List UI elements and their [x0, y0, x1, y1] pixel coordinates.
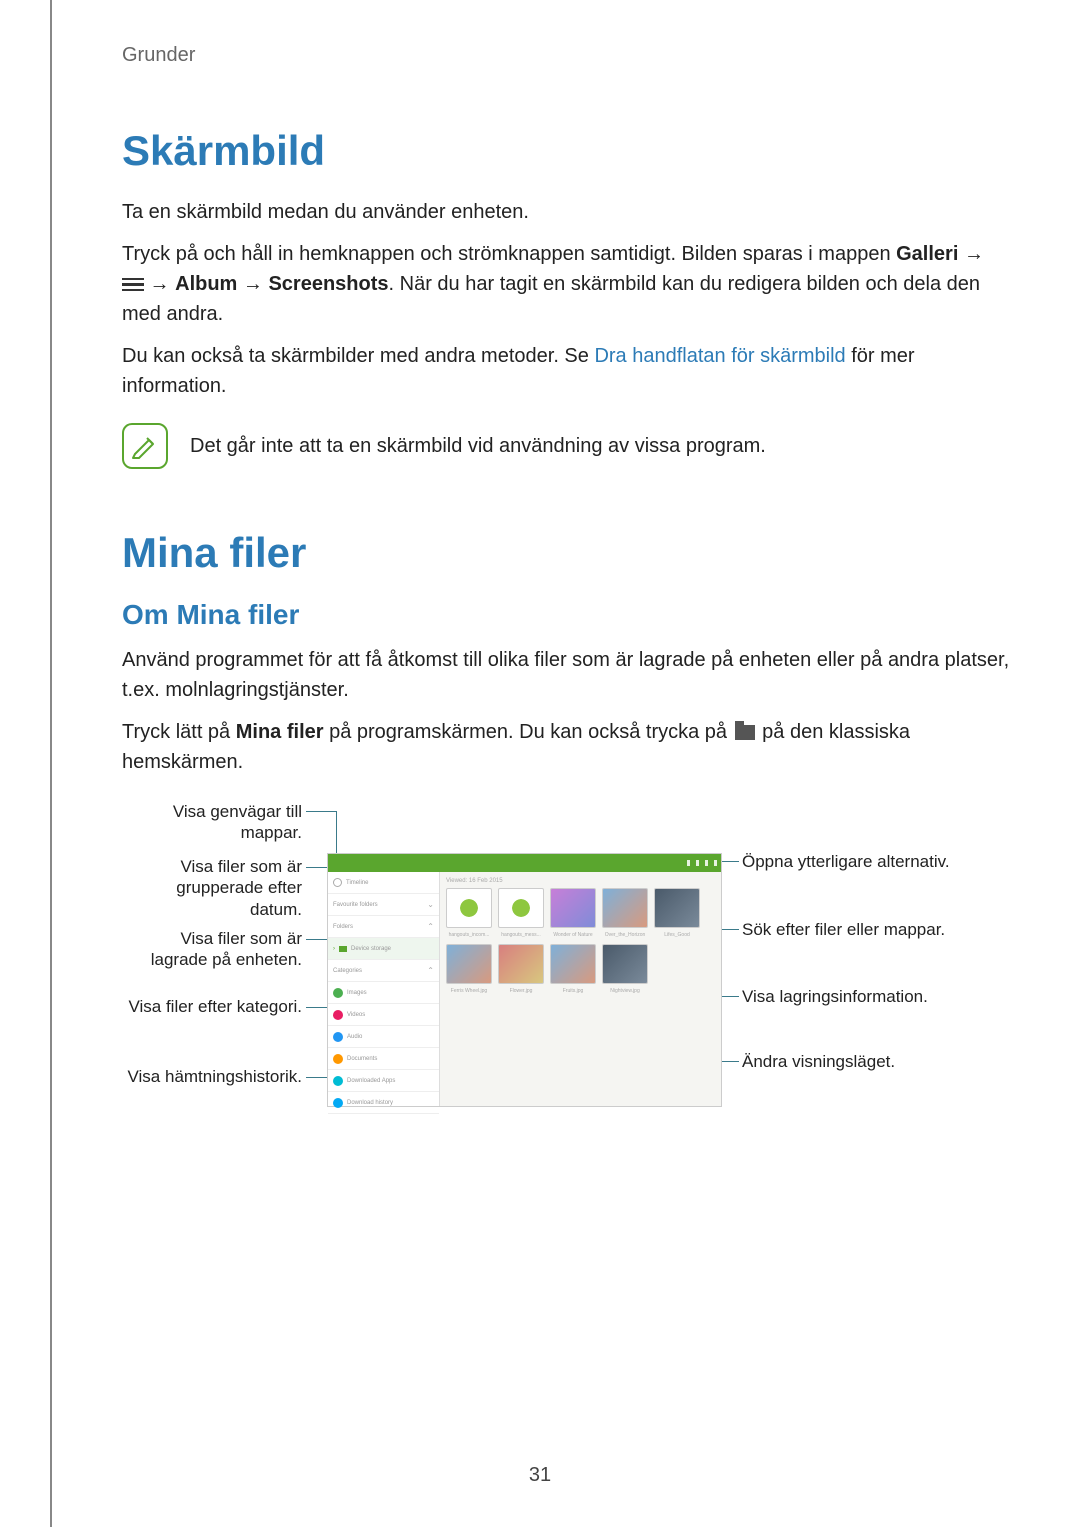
thumbnail [446, 888, 492, 928]
header-more-icon [714, 860, 717, 866]
sidebar-categories: Categories⌃ [328, 960, 439, 982]
callout-right-2: Sök efter filer eller mappar. [742, 919, 952, 940]
sidebar-folders: Folders⌃ [328, 916, 439, 938]
callout-left-2: Visa filer som är grupperade efter datum… [122, 856, 302, 920]
header-view-icon [687, 860, 690, 866]
header-storage-icon [696, 860, 699, 866]
sidebar-cat-videos: Videos [328, 1004, 439, 1026]
page-number: 31 [0, 1464, 1080, 1487]
thumbnail [550, 944, 596, 984]
app-header-bar [328, 854, 721, 872]
section-heading-skarmbild: Skärmbild [122, 127, 1010, 175]
note-block: Det går inte att ta en skärmbild vid anv… [122, 423, 1010, 469]
paragraph: Använd programmet för att få åtkomst til… [122, 645, 1010, 705]
app-screenshot: Timeline Favourite folders⌄ Folders⌃ ›De… [327, 853, 722, 1107]
sidebar-cat-audio: Audio [328, 1026, 439, 1048]
link-dra-handflatan[interactable]: Dra handflatan för skärmbild [594, 345, 845, 367]
section-heading-mina-filer: Mina filer [122, 529, 1010, 577]
thumbnail [654, 888, 700, 928]
breadcrumb: Grunder [122, 44, 1010, 67]
app-content: Viewed: 16 Feb 2015 hangouts_incom... ha… [440, 872, 721, 1106]
thumbnail [498, 888, 544, 928]
note-icon [122, 423, 168, 469]
paragraph: Tryck på och håll in hemknappen och strö… [122, 239, 1010, 329]
hamburger-icon [122, 275, 144, 295]
thumbnail [602, 944, 648, 984]
sidebar-device-storage: ›Device storage [328, 938, 439, 960]
thumbnail [602, 888, 648, 928]
paragraph: Du kan också ta skärmbilder med andra me… [122, 341, 1010, 401]
sidebar-cat-downloaded: Downloaded Apps [328, 1070, 439, 1092]
annotated-screenshot-diagram: Visa genvägar till mappar. Visa filer so… [122, 801, 1032, 1136]
sidebar-timeline: Timeline [328, 872, 439, 894]
folder-icon [735, 725, 755, 740]
sidebar-cat-documents: Documents [328, 1048, 439, 1070]
thumbnail [498, 944, 544, 984]
sidebar-download-history: Download history [328, 1092, 439, 1114]
callout-left-1: Visa genvägar till mappar. [122, 801, 302, 844]
callout-left-5: Visa hämtningshistorik. [122, 1066, 302, 1087]
thumbnail [550, 888, 596, 928]
callout-left-4: Visa filer efter kategori. [122, 996, 302, 1017]
paragraph: Ta en skärmbild medan du använder enhete… [122, 197, 1010, 227]
thumbnail [446, 944, 492, 984]
callout-left-3: Visa filer som är lagrade på enheten. [122, 928, 302, 971]
sidebar-favorites: Favourite folders⌄ [328, 894, 439, 916]
sidebar-cat-images: Images [328, 982, 439, 1004]
app-sidebar: Timeline Favourite folders⌄ Folders⌃ ›De… [328, 872, 440, 1106]
callout-right-3: Visa lagringsinformation. [742, 986, 952, 1007]
callout-right-1: Öppna ytterligare alternativ. [742, 851, 952, 872]
callout-right-4: Ändra visningsläget. [742, 1051, 952, 1072]
header-search-icon [705, 860, 708, 866]
subheading-om-mina-filer: Om Mina filer [122, 599, 1010, 631]
note-text: Det går inte att ta en skärmbild vid anv… [190, 431, 766, 461]
paragraph: Tryck lätt på Mina filer på programskärm… [122, 717, 1010, 777]
